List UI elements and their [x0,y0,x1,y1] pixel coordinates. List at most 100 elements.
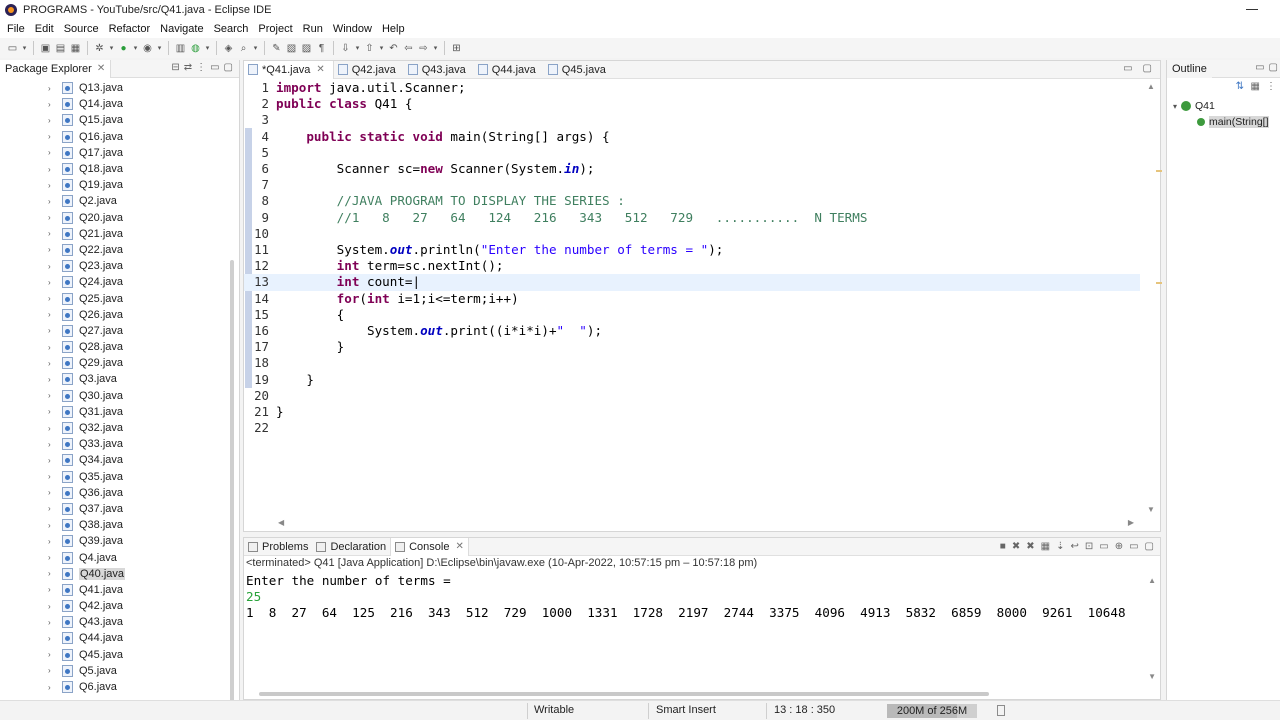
tab-package-explorer[interactable]: Package Explorer ✕ [0,59,112,78]
search-icon[interactable]: ⌕ [237,42,250,55]
close-icon[interactable]: ✕ [316,64,324,75]
chevron-down-icon[interactable]: ▾ [156,42,163,55]
last-edit-icon[interactable]: ↶ [387,42,400,55]
tree-item[interactable]: › Q33.java [0,436,228,452]
open-console-icon[interactable]: ⊕ [1115,541,1123,552]
coverage-icon[interactable]: ◉ [141,42,154,55]
chevron-right-icon[interactable]: › [48,424,56,433]
tree-item[interactable]: › Q14.java [0,96,228,112]
chevron-right-icon[interactable]: › [48,585,56,594]
chevron-right-icon[interactable]: › [48,165,56,174]
chevron-right-icon[interactable]: › [48,326,56,335]
chevron-right-icon[interactable]: › [48,456,56,465]
tree-item[interactable]: › Q31.java [0,404,228,420]
chevron-right-icon[interactable]: › [48,84,56,93]
tree-item[interactable]: › Q30.java [0,388,228,404]
chevron-right-icon[interactable]: › [48,181,56,190]
tree-item[interactable]: › Q38.java [0,517,228,533]
display-console-icon[interactable]: ▭ [1099,541,1108,552]
remove-launch-icon[interactable]: ✖ [1012,541,1020,552]
new-class-icon[interactable]: ◍ [189,42,202,55]
minimize-icon[interactable]: ▭ [1255,62,1264,73]
chevron-right-icon[interactable]: › [48,375,56,384]
tree-item[interactable]: › Q13.java [0,80,228,96]
menu-refactor[interactable]: Refactor [104,23,156,35]
minimize-icon[interactable]: ▭ [1129,541,1138,552]
menu-help[interactable]: Help [377,23,410,35]
tree-item[interactable]: › Q20.java [0,210,228,226]
chevron-right-icon[interactable]: › [48,553,56,562]
tree-item[interactable]: › Q5.java [0,663,228,679]
tree-item[interactable]: › Q36.java [0,485,228,501]
chevron-down-icon[interactable]: ▾ [132,42,139,55]
tree-item[interactable]: › Q17.java [0,145,228,161]
tree-item[interactable]: › Q39.java [0,533,228,549]
console-output[interactable]: Enter the number of terms = 25 1 8 27 64 … [246,573,1146,622]
open-type-icon[interactable]: ◈ [222,42,235,55]
new-package-icon[interactable]: ▥ [174,42,187,55]
run-icon[interactable]: ● [117,42,130,55]
console-horizontal-scrollbar[interactable] [259,692,989,696]
scroll-right-icon[interactable]: ▶ [1128,518,1134,527]
sort-icon[interactable]: ⇅ [1236,81,1244,92]
tree-item[interactable]: › Q41.java [0,582,228,598]
chevron-right-icon[interactable]: › [48,602,56,611]
link-editor-icon[interactable]: ⇄ [184,62,192,73]
menu-project[interactable]: Project [253,23,297,35]
scroll-up-icon[interactable]: ▲ [1148,576,1156,585]
tree-item[interactable]: › Q22.java [0,242,228,258]
tab-q43[interactable]: Q43.java [404,61,474,79]
tree-item[interactable]: › Q26.java [0,307,228,323]
tree-item[interactable]: › Q29.java [0,355,228,371]
chevron-right-icon[interactable]: › [48,343,56,352]
chevron-right-icon[interactable]: › [48,569,56,578]
scrollbar[interactable] [230,260,234,710]
tab-declaration[interactable]: Declaration [312,538,390,556]
tree-item[interactable]: › Q2.java [0,193,228,209]
status-insert-mode[interactable]: Smart Insert [656,704,716,716]
chevron-right-icon[interactable]: › [48,650,56,659]
chevron-right-icon[interactable]: › [48,197,56,206]
chevron-right-icon[interactable]: › [48,407,56,416]
tree-item[interactable]: › Q4.java [0,549,228,565]
chevron-right-icon[interactable]: › [48,440,56,449]
chevron-right-icon[interactable]: › [48,391,56,400]
chevron-right-icon[interactable]: › [48,537,56,546]
chevron-down-icon[interactable]: ▾ [21,42,28,55]
outline-method[interactable]: main(String[] [1167,114,1280,130]
collapse-all-icon[interactable]: ⊟ [171,62,179,73]
toggle-mark-icon[interactable]: ▧ [285,42,298,55]
chevron-right-icon[interactable]: › [48,116,56,125]
chevron-right-icon[interactable]: › [48,132,56,141]
remove-all-icon[interactable]: ✖ [1026,541,1034,552]
view-menu-icon[interactable]: ⋮ [196,62,206,73]
menu-run[interactable]: Run [298,23,328,35]
chevron-right-icon[interactable]: › [48,359,56,368]
chevron-right-icon[interactable]: › [48,666,56,675]
maximize-icon[interactable]: ▢ [1145,541,1154,552]
scroll-lock-icon[interactable]: ⇣ [1056,541,1064,552]
tab-q42[interactable]: Q42.java [334,61,404,79]
tab-q45[interactable]: Q45.java [544,61,614,79]
menu-source[interactable]: Source [59,23,104,35]
chevron-right-icon[interactable]: › [48,521,56,530]
chevron-down-icon[interactable]: ▾ [204,42,211,55]
annotation-icon[interactable]: ✎ [270,42,283,55]
expanded-icon[interactable]: ▾ [1173,102,1177,111]
back-icon[interactable]: ⇦ [402,42,415,55]
chevron-down-icon[interactable]: ▾ [378,42,385,55]
close-icon[interactable]: ✕ [97,63,105,74]
pin-console-icon[interactable]: ⊡ [1085,541,1093,552]
save-all-icon[interactable]: ▤ [54,42,67,55]
garbage-collect-icon[interactable] [997,705,1005,716]
print-icon[interactable]: ▦ [69,42,82,55]
chevron-down-icon[interactable]: ▾ [432,42,439,55]
chevron-right-icon[interactable]: › [48,488,56,497]
tree-item[interactable]: › Q27.java [0,323,228,339]
scroll-left-icon[interactable]: ◀ [278,518,284,527]
maximize-icon[interactable]: ▢ [1143,63,1152,74]
editor-vertical-scrollbar[interactable]: ▲ ▼ [1144,80,1158,516]
forward-icon[interactable]: ⇨ [417,42,430,55]
chevron-right-icon[interactable]: › [48,310,56,319]
tree-item[interactable]: › Q45.java [0,647,228,663]
